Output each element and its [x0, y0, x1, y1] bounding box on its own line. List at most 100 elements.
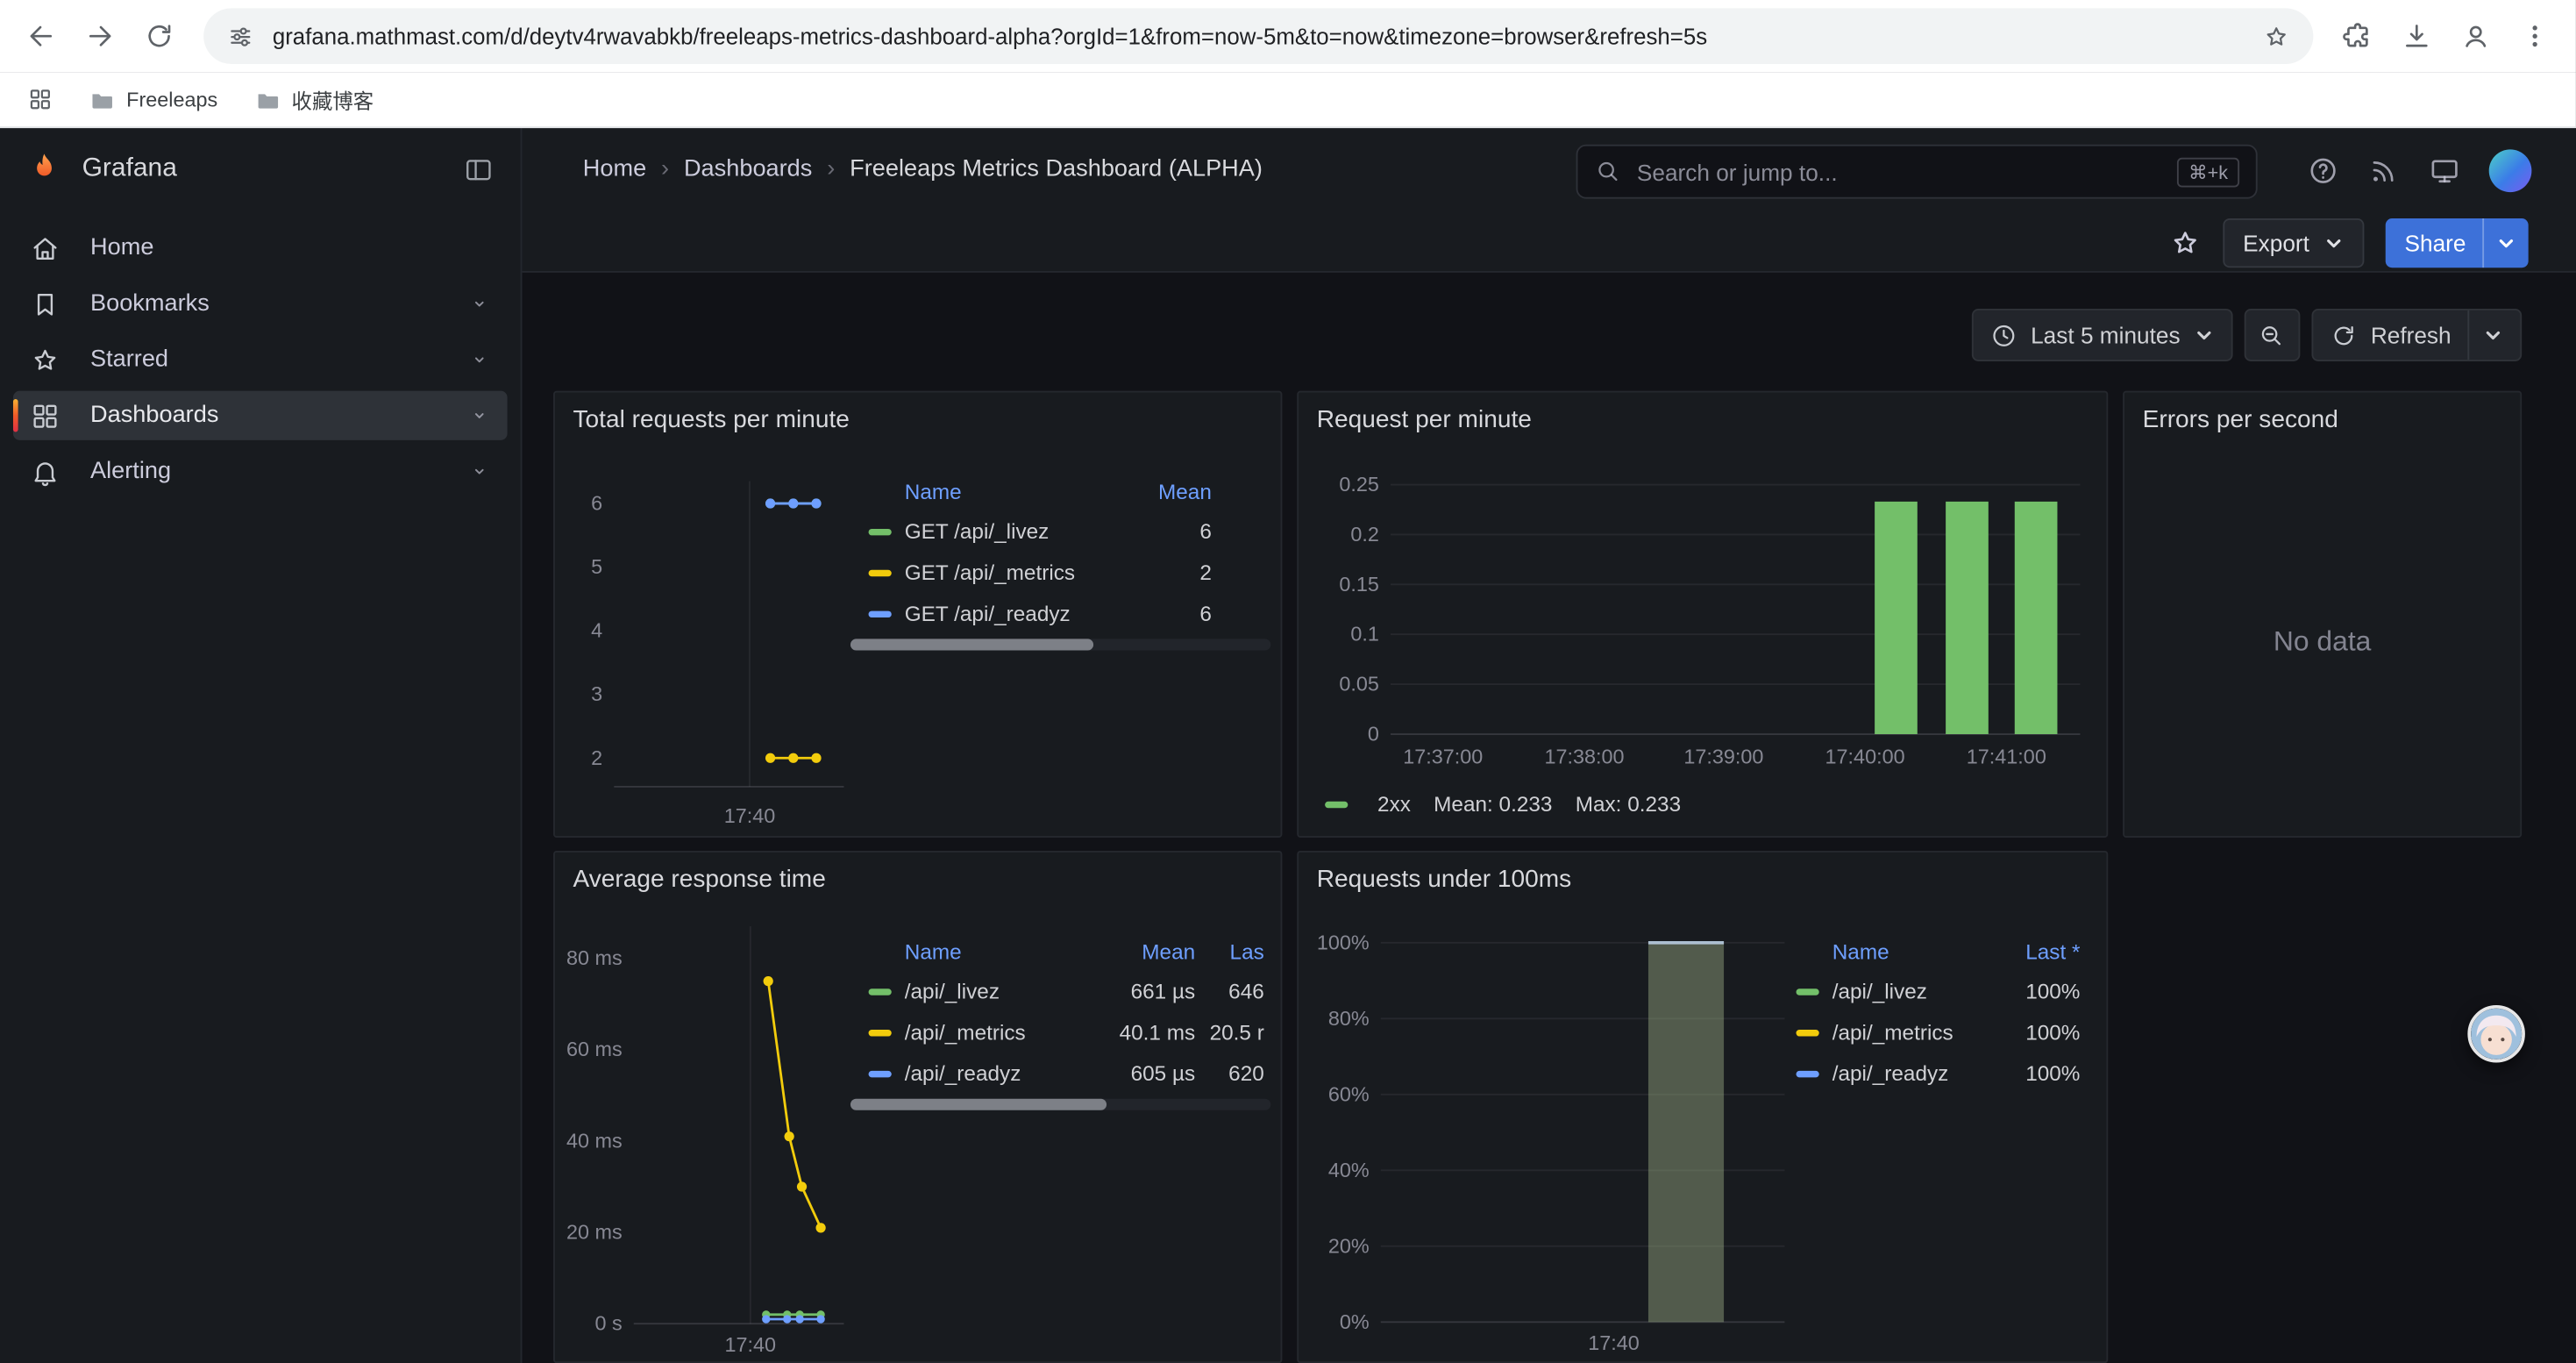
- avatar-image: [2471, 1009, 2522, 1060]
- browser-menu-button[interactable]: [2507, 8, 2563, 64]
- extensions-button[interactable]: [2330, 8, 2386, 64]
- keyboard-shortcut-badge: ⌘+k: [2177, 157, 2239, 187]
- sidebar-item-starred[interactable]: Starred: [13, 335, 508, 384]
- series-value: 40.1 ms: [1097, 1020, 1195, 1045]
- bookmark-star-icon[interactable]: [2262, 22, 2290, 50]
- legend-row[interactable]: /api/_metrics40.1 ms20.5 r: [850, 1011, 1270, 1053]
- chevron-down-icon[interactable]: [468, 460, 491, 482]
- series-value: 2: [1114, 560, 1212, 585]
- apps-shortcut-button[interactable]: [17, 76, 62, 122]
- profile-button[interactable]: [2448, 8, 2504, 64]
- panel-title[interactable]: Average response time: [573, 866, 826, 894]
- series-value: 20.5 r: [1195, 1020, 1264, 1045]
- series-name: /api/_metrics: [905, 1020, 1097, 1045]
- divider: [2467, 310, 2469, 360]
- help-icon[interactable]: [2307, 154, 2339, 187]
- sidebar: Grafana Home Bookmarks Starred Dashboards Al…: [0, 128, 522, 1363]
- legend-column-header[interactable]: Name: [1832, 938, 1982, 963]
- dock-sidebar-icon[interactable]: [463, 153, 495, 185]
- panel-title[interactable]: Requests under 100ms: [1317, 866, 1571, 894]
- legend-scrollbar[interactable]: [850, 639, 1270, 650]
- bookmark-item[interactable]: Freeleaps: [79, 82, 228, 118]
- legend-row[interactable]: GET /api/_metrics2: [850, 552, 1270, 593]
- legend-row[interactable]: /api/_metrics100%: [1778, 1011, 2083, 1053]
- legend-column-header[interactable]: Last *: [1982, 938, 2080, 963]
- legend-column-header[interactable]: Name: [905, 938, 1097, 963]
- share-dropdown-chevron-icon[interactable]: [2495, 232, 2516, 253]
- sidebar-item-dashboards[interactable]: Dashboards: [13, 391, 508, 440]
- panel-title[interactable]: Request per minute: [1317, 406, 1532, 434]
- legend-row[interactable]: /api/_readyz100%: [1778, 1053, 2083, 1094]
- svg-text:5: 5: [591, 555, 602, 578]
- downloads-button[interactable]: [2388, 8, 2444, 64]
- legend-row[interactable]: /api/_livez661 µs646: [850, 971, 1270, 1012]
- user-avatar[interactable]: [2489, 149, 2532, 192]
- breadcrumb-item[interactable]: Dashboards: [684, 156, 812, 182]
- legend-row[interactable]: /api/_readyz605 µs620: [850, 1053, 1270, 1094]
- svg-text:0: 0: [1368, 722, 1379, 745]
- series-value: 620: [1195, 1061, 1264, 1086]
- panel-title[interactable]: Errors per second: [2143, 406, 2338, 434]
- chart-legend[interactable]: 2xx Mean: 0.233 Max: 0.233: [1325, 792, 1681, 817]
- header-icons: [2307, 149, 2532, 192]
- assistant-avatar[interactable]: [2467, 1005, 2525, 1063]
- search-input[interactable]: Search or jump to... ⌘+k: [1576, 145, 2258, 199]
- refresh-interval-chevron-icon[interactable]: [2482, 325, 2503, 346]
- zoom-out-icon: [2259, 321, 2287, 349]
- bookmark-label: Freeleaps: [126, 88, 217, 111]
- bar-chart[interactable]: 100%80%60%40%20%0%17:40: [1308, 924, 1801, 1363]
- series-value: 100%: [1982, 1061, 2080, 1086]
- legend-column-header[interactable]: Mean: [1114, 479, 1212, 503]
- scrollbar-thumb[interactable]: [850, 639, 1094, 650]
- back-button[interactable]: [13, 8, 69, 64]
- legend-row[interactable]: GET /api/_readyz6: [850, 593, 1270, 634]
- sidebar-item-home[interactable]: Home: [13, 224, 508, 273]
- zoom-out-button[interactable]: [2245, 309, 2301, 361]
- series-swatch: [1797, 1029, 1819, 1035]
- legend-column-header[interactable]: Mean: [1097, 938, 1195, 963]
- svg-text:4: 4: [591, 619, 602, 642]
- brand-name: Grafana: [82, 154, 444, 184]
- sidebar-item-bookmarks[interactable]: Bookmarks: [13, 279, 508, 328]
- panel-title[interactable]: Total requests per minute: [573, 406, 850, 434]
- bookmark-item[interactable]: 收藏博客: [244, 79, 383, 120]
- legend-row[interactable]: /api/_livez100%: [1778, 971, 2083, 1012]
- scrollbar-thumb[interactable]: [850, 1099, 1107, 1110]
- legend-table: NameLast * /api/_livez100%/api/_metrics10…: [1778, 931, 2083, 1094]
- active-indicator: [13, 399, 18, 432]
- chevron-down-icon[interactable]: [468, 348, 491, 371]
- time-range-picker[interactable]: Last 5 minutes: [1972, 309, 2233, 361]
- series-name: GET /api/_metrics: [905, 560, 1114, 585]
- share-label: Share: [2385, 230, 2482, 256]
- chevron-down-icon[interactable]: [468, 404, 491, 427]
- svg-text:100%: 100%: [1317, 931, 1370, 953]
- reload-button[interactable]: [132, 8, 188, 64]
- export-button[interactable]: Export: [2224, 218, 2364, 268]
- svg-text:20%: 20%: [1328, 1234, 1370, 1257]
- svg-text:60 ms: 60 ms: [566, 1038, 623, 1060]
- chevron-down-icon[interactable]: [468, 292, 491, 315]
- share-button[interactable]: Share: [2385, 218, 2529, 268]
- legend-row[interactable]: GET /api/_livez6: [850, 510, 1270, 552]
- news-rss-icon[interactable]: [2367, 154, 2400, 187]
- timeseries-chart[interactable]: 80 ms60 ms40 ms20 ms0 s17:40: [565, 924, 854, 1363]
- series-value: 646: [1195, 979, 1264, 1003]
- series-value: 100%: [1982, 979, 2080, 1003]
- svg-text:17:39:00: 17:39:00: [1683, 746, 1763, 768]
- favorite-star-icon[interactable]: [2169, 226, 2202, 259]
- legend-column-header[interactable]: Name: [905, 479, 1114, 503]
- refresh-button[interactable]: Refresh: [2311, 309, 2522, 361]
- sidebar-item-alerting[interactable]: Alerting: [13, 446, 508, 496]
- monitor-icon[interactable]: [2428, 154, 2460, 187]
- svg-text:40 ms: 40 ms: [566, 1129, 623, 1152]
- bar-chart[interactable]: 0.250.20.150.10.05017:37:0017:38:0017:39…: [1308, 458, 2100, 787]
- address-bar[interactable]: grafana.mathmast.com/d/deytv4rwavabkb/fr…: [203, 8, 2313, 64]
- forward-button[interactable]: [72, 8, 128, 64]
- chevron-down-icon: [2194, 325, 2215, 346]
- svg-text:6: 6: [591, 492, 602, 515]
- legend-column-header[interactable]: Las: [1195, 938, 1264, 963]
- timeseries-chart[interactable]: 6543217:40: [565, 465, 854, 836]
- site-settings-icon[interactable]: [226, 22, 254, 50]
- breadcrumb-item[interactable]: Home: [583, 156, 646, 182]
- legend-scrollbar[interactable]: [850, 1099, 1270, 1110]
